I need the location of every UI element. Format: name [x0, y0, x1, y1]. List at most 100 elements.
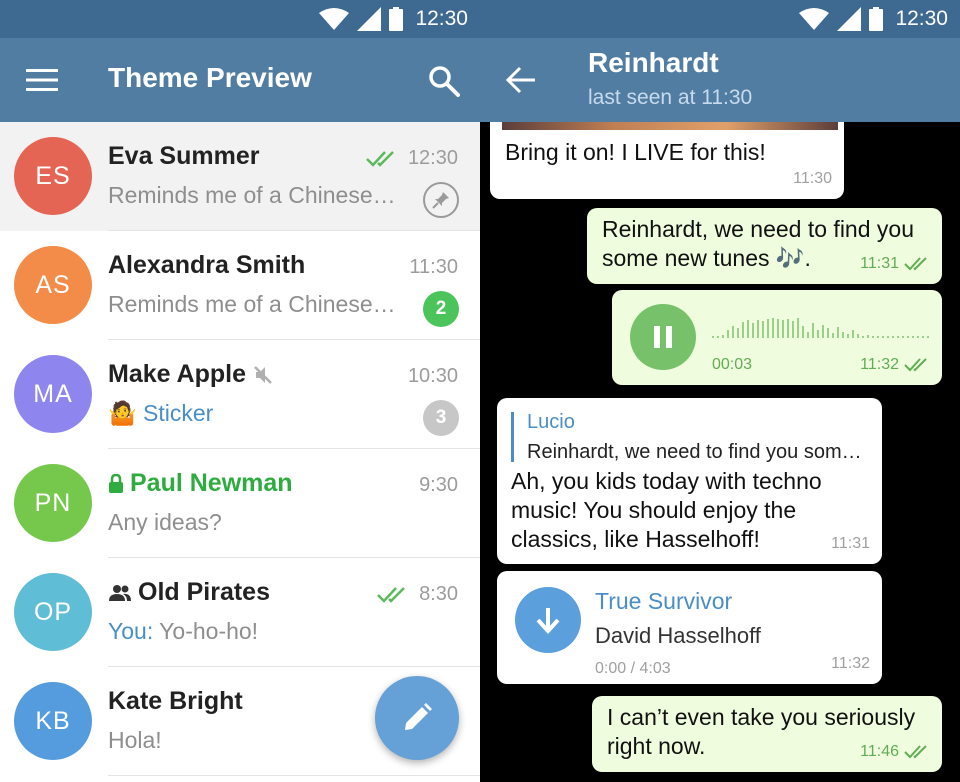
message-bubble[interactable]: Reinhardt, we need to find you some new …: [587, 208, 942, 284]
pause-button[interactable]: [630, 304, 696, 370]
waveform: [712, 318, 929, 338]
message-meta: 11:31: [831, 529, 870, 558]
chat-item-old-pirates[interactable]: OP Old Pirates 8:30 You: Yo-ho-ho!: [0, 558, 480, 667]
download-button[interactable]: [515, 587, 581, 653]
chat-status: last seen at 11:30: [588, 86, 753, 109]
divider: [108, 775, 480, 776]
message-time: 11:32: [860, 356, 899, 373]
chat-item-alexandra-smith[interactable]: AS Alexandra Smith 11:30 Reminds me of a…: [0, 231, 480, 340]
voice-duration: 00:03: [712, 356, 753, 373]
double-check-icon: [904, 744, 927, 758]
signal-icon: [837, 7, 862, 31]
pause-icon: [654, 326, 672, 348]
chat-name-text: Kate Bright: [108, 687, 243, 715]
music-artist: David Hasselhoff: [595, 623, 761, 648]
status-time: 12:30: [895, 7, 948, 30]
photo-thumbnail[interactable]: [502, 122, 838, 130]
chat-preview: Reminds me of a Chinese prove…: [108, 291, 398, 317]
back-arrow-icon[interactable]: [506, 66, 536, 94]
chat-item-eva-summer[interactable]: ES Eva Summer 12:30 Reminds me of a Chin…: [0, 122, 480, 231]
message-bubble[interactable]: I can’t even take you seriously right no…: [592, 696, 942, 772]
chat-time-text: 8:30: [419, 583, 458, 605]
wifi-icon: [799, 8, 830, 30]
chat-time: 12:30: [366, 147, 458, 170]
search-icon[interactable]: [428, 65, 460, 97]
double-check-icon: [366, 150, 394, 167]
signal-icon: [357, 7, 382, 31]
message-meta: 11:46: [860, 737, 930, 766]
message-bubble[interactable]: Bring it on! I LIVE for this! 11:30: [490, 122, 844, 199]
double-check-icon: [904, 357, 927, 371]
message-meta: 11:31: [860, 249, 930, 278]
chat-time: 10:30: [407, 365, 458, 387]
voice-message[interactable]: 00:03 11:32: [612, 290, 942, 385]
chat-preview: You: Yo-ho-ho!: [108, 618, 398, 645]
reply-text: Reinhardt, we need to find you some new …: [527, 441, 867, 463]
music-title: True Survivor: [595, 588, 733, 614]
message-time: 11:31: [831, 535, 870, 552]
message-meta: 11:30: [793, 164, 832, 193]
music-message[interactable]: True Survivor David Hasselhoff 0:00 / 4:…: [497, 571, 882, 684]
chat-preview: Any ideas?: [108, 509, 222, 535]
chat-name: Make Apple: [108, 360, 274, 389]
chat-list-screen: 12:30 Theme Preview ES Eva Summer 12:30 …: [0, 0, 480, 782]
reply-name: Lucio: [527, 411, 575, 433]
chat-list-header: Theme Preview: [0, 38, 480, 122]
message-text: Ah, you kids today with techno music! Yo…: [511, 468, 822, 552]
chat-name-text: Alexandra Smith: [108, 251, 306, 279]
chat-name: Paul Newman: [108, 469, 293, 498]
chat-time-text: 12:30: [407, 147, 458, 169]
message-time: 11:31: [860, 255, 899, 272]
chat-time: 11:30: [409, 256, 458, 278]
chat-time: 9:30: [419, 474, 458, 496]
chat-header: Reinhardt last seen at 11:30: [480, 38, 960, 122]
chat-item-paul-newman[interactable]: PN Paul Newman 9:30 Any ideas?: [0, 449, 480, 558]
status-bar: 12:30: [0, 0, 480, 38]
chat-preview-text: Sticker: [143, 400, 214, 426]
chat-name-text: Old Pirates: [138, 578, 270, 606]
avatar: OP: [14, 573, 92, 651]
chat-name: Alexandra Smith: [108, 251, 305, 280]
message-meta: 11:32: [831, 649, 870, 678]
chat-item-make-apple[interactable]: MA Make Apple 10:30 🤷 Sticker 3: [0, 340, 480, 449]
message-meta: 11:32: [860, 350, 930, 379]
pencil-icon: [405, 703, 432, 730]
avatar: PN: [14, 464, 92, 542]
group-icon: [109, 584, 131, 601]
chat-name-text: Paul Newman: [130, 469, 293, 497]
menu-icon[interactable]: [26, 68, 58, 92]
status-bar: 12:30: [480, 0, 960, 38]
wifi-icon: [319, 8, 350, 30]
muted-icon: [254, 365, 272, 384]
chat-preview: Reminds me of a Chinese prove…: [108, 182, 398, 208]
chat-title[interactable]: Reinhardt: [588, 47, 719, 79]
chat-name-text: Make Apple: [108, 360, 247, 388]
avatar: AS: [14, 246, 92, 324]
avatar: ES: [14, 137, 92, 215]
unread-badge: 3: [423, 400, 459, 436]
double-check-icon: [377, 586, 405, 603]
chat-preview: 🤷 Sticker: [108, 400, 398, 427]
chat-sender: You:: [108, 618, 154, 644]
chat-preview-text: Yo-ho-ho!: [153, 618, 259, 644]
reply-message[interactable]: Lucio Reinhardt, we need to find you som…: [497, 398, 882, 564]
chat-name: Kate Bright: [108, 687, 243, 716]
chat-time: 8:30: [377, 583, 458, 606]
music-duration: 0:00 / 4:03: [595, 660, 671, 677]
message-time: 11:32: [831, 655, 870, 672]
compose-button[interactable]: [375, 676, 459, 760]
battery-icon: [389, 7, 404, 31]
unread-badge: 2: [423, 291, 459, 327]
page-title: Theme Preview: [108, 62, 312, 93]
message-time: 11:46: [860, 743, 899, 760]
download-arrow-icon: [536, 608, 560, 634]
lock-icon: [109, 473, 123, 493]
message-text: Bring it on! I LIVE for this!: [505, 139, 766, 165]
chat-preview: Hola!: [108, 727, 162, 753]
chat-name: Old Pirates: [108, 578, 270, 607]
pin-icon: [423, 182, 459, 218]
status-time: 12:30: [415, 7, 468, 30]
avatar: MA: [14, 355, 92, 433]
reply-bar: [511, 412, 514, 462]
chat-name: Eva Summer: [108, 142, 259, 171]
